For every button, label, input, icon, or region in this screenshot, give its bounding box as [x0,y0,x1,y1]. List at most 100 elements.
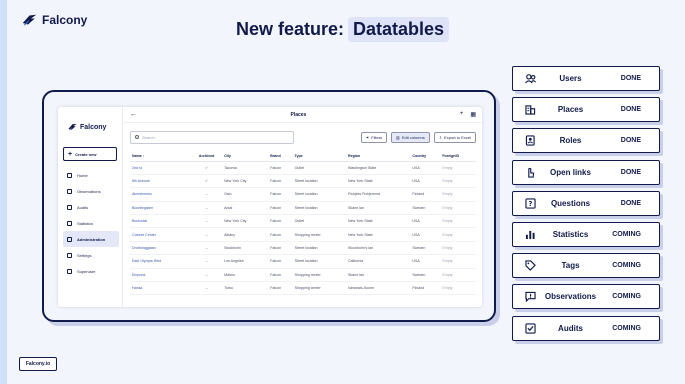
sidebar-item-audits[interactable]: Audits [63,199,119,215]
create-new-button[interactable]: + Create new [63,147,117,161]
checklist-icon [67,204,72,210]
table-cell: Empty [440,254,476,269]
table-cell: Empty [440,227,476,242]
table-cell: – [189,281,223,296]
filter-icon: ⏷ [365,134,370,140]
table-cell: Empty [440,214,476,229]
search-input[interactable] [142,134,282,140]
table-cell: Stockholm [222,241,269,256]
table-toolbar: ⏷ Filters ▥ Edit columns ⇩ Export to Exc… [130,130,476,144]
table-cell: Empty [440,174,476,189]
table-row[interactable]: 5th Avenue ✓ New York City Falcon Street loc… [130,174,476,189]
place-name-link[interactable]: Boorlengsten [130,201,190,216]
place-name-link[interactable]: Akershmeks [130,187,190,202]
export-label: Export to Excel [444,134,471,140]
feature-status: DONE [620,168,641,176]
table-row[interactable]: Hansa – Turku Falcon Shopping center Varsinai… [130,281,476,296]
table-cell: Falcon [268,268,293,283]
column-header[interactable]: Country [410,151,441,162]
sidebar-logo[interactable]: Falcony [68,123,106,131]
place-name-link[interactable]: 5th Avenue [130,174,190,189]
table-row[interactable]: 2nd st ✓ Tacoma Falcon Outlet Washington Stat… [130,161,476,175]
column-header[interactable]: City [222,151,269,162]
headline-prefix: New feature: [236,19,345,39]
table-cell: Falcon [268,254,293,269]
table-row[interactable]: Akershmeks – Oslo Falcon Street location Fish… [130,187,476,202]
table-row[interactable]: Drottninggatan – Stockholm Falcon Street loc… [130,241,476,256]
sidebar-item-administration[interactable]: Administration [63,231,119,247]
sidebar-item-label: Observations [77,188,101,194]
place-name-link[interactable]: 2nd st [130,161,190,175]
table-cell: New York City [222,174,269,189]
top-actions: + ▦ [460,111,476,118]
table-cell: Tacoma [222,161,269,175]
table-cell: Empty [440,281,476,296]
table-row[interactable]: Bochwick – New York City Falcon Outlet New Yo… [130,214,476,229]
table-row[interactable]: Colonie Center – Albany Falcon Shopping cent… [130,227,476,242]
table-cell: Street location [292,241,347,256]
edit-columns-button[interactable]: ▥ Edit columns [391,131,430,143]
table-body: 2nd st ✓ Tacoma Falcon Outlet Washington Stat… [130,161,476,296]
feature-card-roles: Roles DONE [512,128,660,154]
column-header[interactable]: ForeignID [440,151,476,162]
footer-badge[interactable]: Falcony.io [19,357,57,371]
search-box[interactable] [130,130,294,144]
table-cell: Falcon [268,201,293,216]
table-cell: USA [410,254,441,269]
column-header[interactable]: Region [346,151,411,162]
place-name-link[interactable]: Colonie Center [130,227,190,242]
column-header[interactable]: Archived [189,151,223,162]
table-cell: Skane lan [346,268,411,283]
column-header[interactable]: Type [292,151,347,162]
plus-icon: + [68,150,73,158]
table-row[interactable]: East Olympic Blvd – Los Angeles Falcon Stree… [130,254,476,269]
place-name-link[interactable]: East Olympic Blvd [130,254,190,269]
sidebar-item-settings[interactable]: Settings [63,247,119,263]
add-icon[interactable]: + [460,111,464,118]
feature-label: Roles [559,136,582,146]
table-cell: California [346,254,411,269]
brand-logo[interactable]: Falcony [22,13,87,27]
place-name-link[interactable]: Drottninggatan [130,241,190,256]
columns-icon: ▥ [396,134,400,140]
table-row[interactable]: Emporia – Malmo Falcon Shopping center Skane … [130,268,476,283]
table-cell: – [189,214,223,229]
table-cell: USA [410,161,441,175]
table-cell: Falcon [268,187,293,202]
table-row[interactable]: Boorlengsten – Arsal Falcon Street location S… [130,201,476,216]
table-cell: Outlet [292,214,347,229]
table-cell: New York State [346,214,411,229]
export-excel-button[interactable]: ⇩ Export to Excel [433,131,476,143]
back-arrow-icon[interactable]: ← [130,111,137,118]
chat-icon [67,188,72,194]
feature-label: Open links [550,167,591,177]
feature-status: DONE [620,75,641,82]
feature-label: Users [559,74,582,83]
table-cell: – [189,268,223,283]
places-table: Name ↑ Archived City Brand Type Region Country… [130,151,476,296]
table-cell: Arsal [222,201,269,216]
home-icon [67,172,72,178]
place-name-link[interactable]: Hansa [130,281,190,296]
table-cell: – [189,227,223,242]
app-screenshot-frame: Falcony + Create new Home Observations Aud… [42,90,496,322]
place-name-link[interactable]: Bochwick [130,214,190,229]
grid-icon[interactable]: ▦ [470,111,476,118]
table-cell: Shopping center [292,227,347,242]
place-name-link[interactable]: Emporia [130,268,190,283]
sidebar-item-label: Settings [77,252,92,258]
sidebar-item-observations[interactable]: Observations [63,183,119,199]
feature-label: Questions [550,198,591,208]
left-accent-strip [0,0,7,384]
headline: New feature: Datatables [236,17,450,42]
sidebar-item-label: Administration [77,236,106,242]
table-cell: Los Angeles [222,254,269,269]
sidebar-item-home[interactable]: Home [63,167,119,183]
filters-button[interactable]: ⏷ Filters [360,131,388,143]
column-header[interactable]: Brand [268,151,293,162]
sidebar-item-statistics[interactable]: Statistics [63,215,119,231]
table-cell: Varsinais-Suomi [346,281,411,296]
feature-card-open-links: Open links DONE [512,159,660,185]
sidebar-item-superuser[interactable]: Superuser [63,263,119,279]
column-header[interactable]: Name ↑ [130,151,190,162]
